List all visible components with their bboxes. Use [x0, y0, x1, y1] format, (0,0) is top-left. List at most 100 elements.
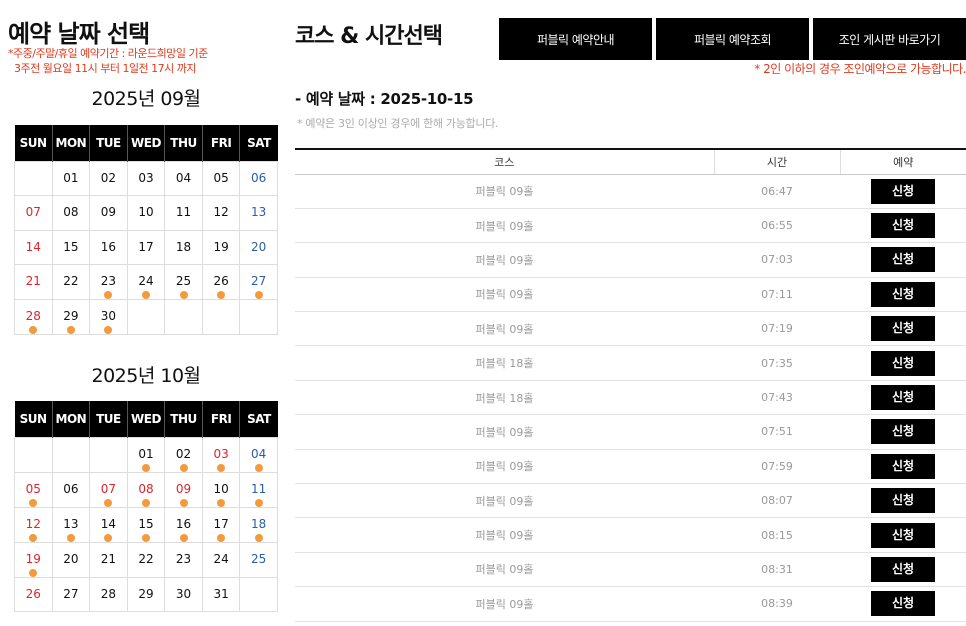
- calendar-day[interactable]: 18: [164, 229, 203, 265]
- calendar-day[interactable]: 12: [14, 506, 53, 543]
- apply-button[interactable]: 신청: [871, 247, 935, 273]
- apply-button[interactable]: 신청: [871, 522, 935, 548]
- calendar-day[interactable]: 07: [14, 195, 53, 231]
- calendar-day[interactable]: 28: [14, 299, 53, 335]
- calendar-day[interactable]: 11: [164, 195, 203, 231]
- calendar-day[interactable]: 23: [164, 541, 203, 578]
- calendar-day[interactable]: 29: [126, 576, 166, 612]
- calendar-day[interactable]: 01: [51, 160, 91, 196]
- calendar-day[interactable]: 10: [126, 195, 166, 231]
- calendar-week-row: 21 22 23 24 25 26 27: [14, 264, 278, 300]
- calendar-day[interactable]: 04: [239, 436, 278, 473]
- calendar-day[interactable]: 24: [126, 264, 166, 300]
- calendar-day[interactable]: 03: [201, 436, 241, 473]
- calendar-day-number: 27: [251, 274, 267, 288]
- apply-button[interactable]: 신청: [871, 556, 935, 582]
- calendar-day[interactable]: 14: [89, 506, 128, 543]
- apply-cell: 신청: [840, 277, 966, 313]
- calendar-day[interactable]: 17: [126, 229, 166, 265]
- calendar-day[interactable]: 04: [164, 160, 203, 196]
- calendar-day[interactable]: 30: [89, 299, 128, 335]
- apply-button[interactable]: 신청: [871, 316, 935, 342]
- course-name: 퍼블릭 18홀: [295, 345, 714, 381]
- weekday-header: FRI: [202, 125, 241, 161]
- booking-period-notice: *주중/주말/휴일 예약기간 : 라운드희망일 기준 3주전 월요일 11시 부…: [8, 46, 208, 76]
- calendar-day[interactable]: 17: [201, 506, 241, 543]
- calendar-empty-cell: [239, 299, 278, 335]
- calendar-day[interactable]: 08: [51, 195, 91, 231]
- weekday-header: THU: [164, 125, 203, 161]
- join-board-button[interactable]: 조인 게시판 바로가기: [813, 18, 966, 60]
- calendar-day[interactable]: 10: [201, 471, 241, 508]
- calendar-day[interactable]: 13: [239, 195, 278, 231]
- calendar-day[interactable]: 05: [201, 160, 241, 196]
- apply-button[interactable]: 신청: [871, 385, 935, 411]
- calendar-day[interactable]: 16: [164, 506, 203, 543]
- calendar-day-number: 23: [175, 551, 192, 566]
- calendar-week-row: 12 13 14 15 16 17 18: [14, 506, 278, 543]
- calendar-day[interactable]: 28: [89, 576, 128, 612]
- course-name: 퍼블릭 09홀: [295, 174, 714, 209]
- calendar-day[interactable]: 24: [201, 541, 241, 578]
- calendar-day[interactable]: 18: [239, 506, 278, 543]
- calendar-day-number: 31: [213, 586, 229, 601]
- calendar-day[interactable]: 26: [14, 576, 53, 612]
- calendar-day[interactable]: 21: [89, 541, 128, 578]
- calendar-day[interactable]: 30: [164, 576, 203, 612]
- apply-button[interactable]: 신청: [871, 419, 935, 445]
- calendar-day[interactable]: 06: [51, 471, 91, 508]
- calendar-day[interactable]: 21: [14, 264, 53, 300]
- calendar-day[interactable]: 07: [89, 471, 128, 508]
- apply-button[interactable]: 신청: [871, 178, 935, 204]
- calendar-day[interactable]: 13: [51, 506, 91, 543]
- calendar-day[interactable]: 27: [51, 576, 91, 612]
- tee-time-row: 퍼블릭 18홀 07:35 신청: [295, 345, 966, 381]
- calendar-day[interactable]: 26: [201, 264, 241, 300]
- calendar-day[interactable]: 15: [51, 229, 91, 265]
- calendar-day[interactable]: 01: [126, 436, 166, 473]
- availability-dot-icon: [29, 498, 38, 507]
- calendar-day-number: 18: [251, 516, 267, 531]
- apply-button[interactable]: 신청: [871, 591, 935, 617]
- apply-cell: 신청: [840, 345, 966, 381]
- calendar-day[interactable]: 09: [89, 195, 128, 231]
- calendar-day[interactable]: 31: [201, 576, 241, 612]
- calendar-day[interactable]: 09: [164, 471, 203, 508]
- calendar-day[interactable]: 22: [126, 541, 166, 578]
- calendar-day[interactable]: 22: [51, 264, 91, 300]
- calendar-day[interactable]: 19: [14, 541, 53, 578]
- apply-button[interactable]: 신청: [871, 350, 935, 376]
- calendar-day[interactable]: 02: [89, 160, 128, 196]
- calendar-day[interactable]: 16: [89, 229, 128, 265]
- apply-button[interactable]: 신청: [871, 488, 935, 514]
- calendar-day[interactable]: 23: [89, 264, 128, 300]
- public-booking-guide-button[interactable]: 퍼블릭 예약안내: [499, 18, 652, 60]
- calendar-day[interactable]: 08: [126, 471, 166, 508]
- course-time-title: 코스 & 시간선택: [295, 24, 443, 49]
- calendar-day[interactable]: 14: [14, 229, 53, 265]
- calendar-day-number: 29: [138, 586, 154, 601]
- calendar-day[interactable]: 05: [14, 471, 53, 508]
- calendar-day[interactable]: 11: [239, 471, 278, 508]
- calendar-day[interactable]: 12: [201, 195, 241, 231]
- calendar-day[interactable]: 06: [239, 160, 278, 196]
- calendar-day[interactable]: 02: [164, 436, 203, 473]
- apply-button[interactable]: 신청: [871, 281, 935, 307]
- calendar-day[interactable]: 25: [239, 541, 278, 578]
- availability-dot-icon: [254, 291, 263, 299]
- calendar-day-number: 03: [213, 446, 229, 461]
- apply-cell: 신청: [840, 311, 966, 347]
- apply-button[interactable]: 신청: [871, 213, 935, 239]
- calendar-day[interactable]: 03: [126, 160, 166, 196]
- apply-button[interactable]: 신청: [871, 453, 935, 479]
- calendar-day[interactable]: 20: [51, 541, 91, 578]
- calendar-day[interactable]: 20: [239, 229, 278, 265]
- public-booking-lookup-button[interactable]: 퍼블릭 예약조회: [656, 18, 809, 60]
- calendar-day[interactable]: 19: [201, 229, 241, 265]
- calendar-day[interactable]: 25: [164, 264, 203, 300]
- calendar-day[interactable]: 27: [239, 264, 278, 300]
- apply-cell: 신청: [840, 174, 966, 209]
- weekday-header: SAT: [239, 401, 278, 437]
- calendar-day[interactable]: 29: [51, 299, 91, 335]
- calendar-day[interactable]: 15: [126, 506, 166, 543]
